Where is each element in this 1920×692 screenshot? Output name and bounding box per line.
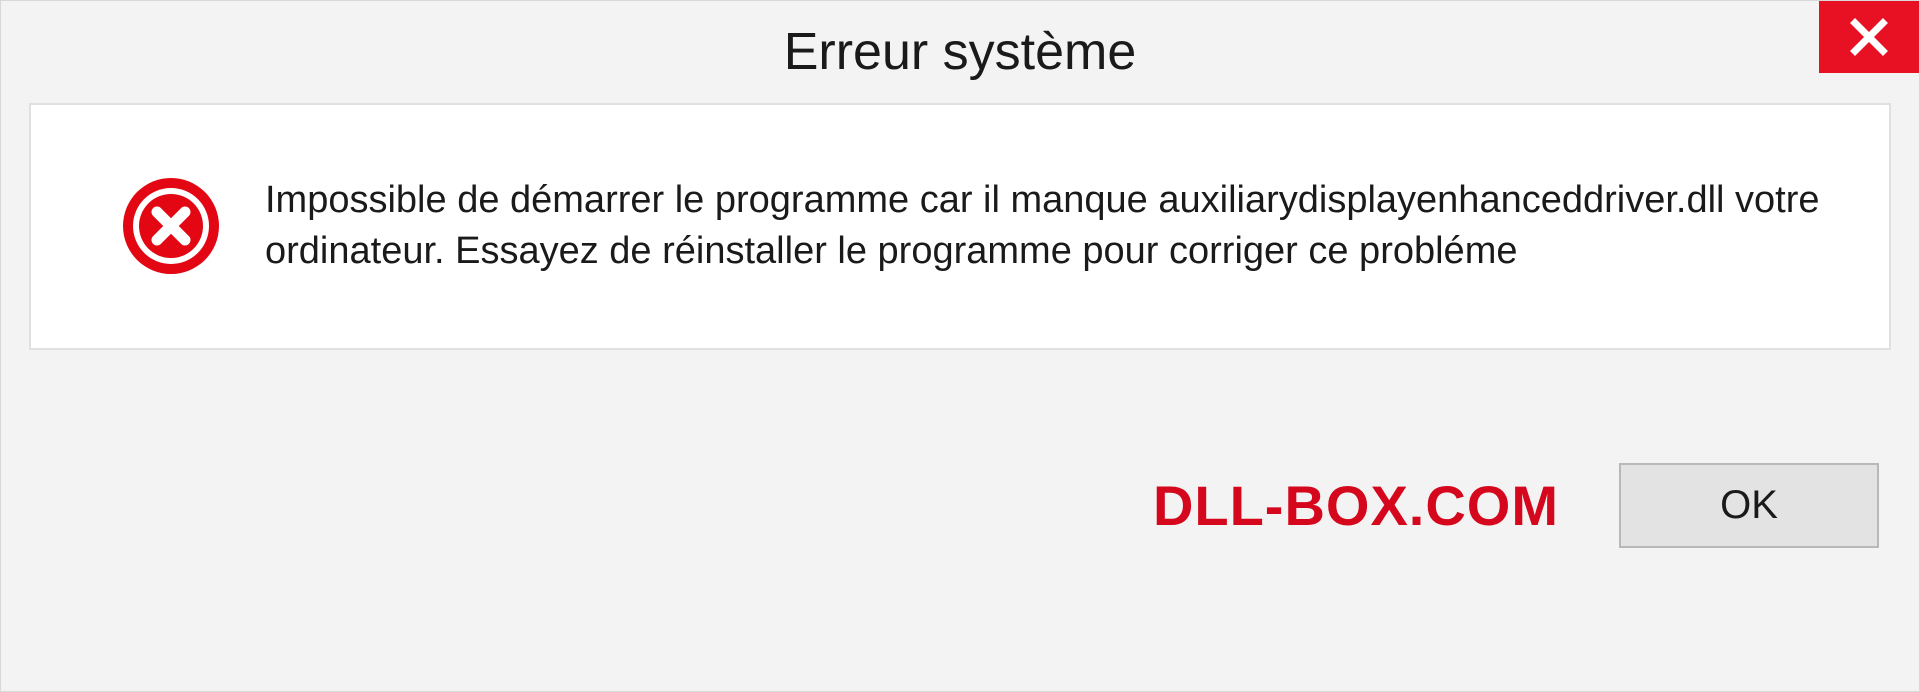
dialog-footer: DLL-BOX.COM OK bbox=[1, 350, 1919, 691]
error-message: Impossible de démarrer le programme car … bbox=[265, 175, 1829, 278]
content-panel: Impossible de démarrer le programme car … bbox=[29, 103, 1891, 350]
title-bar: Erreur système bbox=[1, 1, 1919, 103]
close-button[interactable] bbox=[1819, 1, 1919, 73]
brand-watermark: DLL-BOX.COM bbox=[1153, 473, 1559, 538]
ok-button[interactable]: OK bbox=[1619, 463, 1879, 548]
error-icon bbox=[121, 176, 221, 276]
close-icon bbox=[1848, 16, 1890, 58]
error-dialog: Erreur système Impossible de démarrer le… bbox=[0, 0, 1920, 692]
dialog-title: Erreur système bbox=[784, 22, 1137, 82]
